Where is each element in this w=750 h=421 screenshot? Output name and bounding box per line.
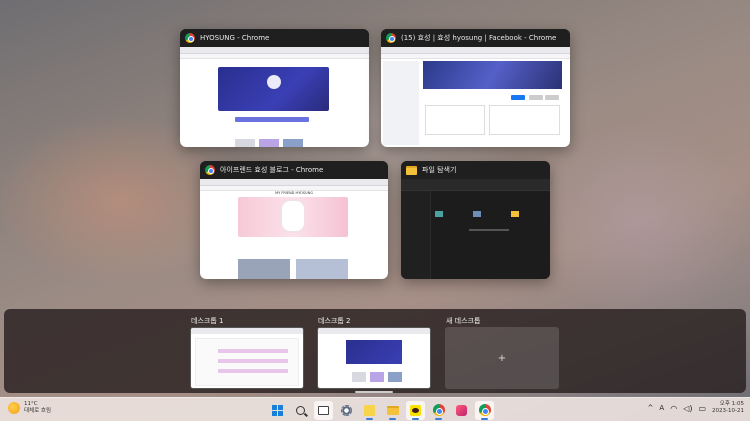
window-title-bar: (15) 효성 | 효성 hyosung | Facebook - Chrome [381,29,570,47]
taskbar-apps [268,400,494,420]
window-title-bar: 아이프렌드 효성 블로그 - Chrome [200,161,388,179]
search-button[interactable] [291,401,310,420]
weather-desc: 대체로 흐림 [24,408,52,414]
clock-time: 오후 1:05 [719,401,744,407]
sticky-notes-button[interactable] [360,401,379,420]
wifi-icon[interactable]: ◠ [670,404,677,413]
taskbar: 11°C 대체로 흐림 ^ A ◠ ◁) ▭ 오후 1:05 2023-10-2… [0,397,750,421]
app-icon [456,404,467,416]
file-explorer-button[interactable] [383,401,402,420]
window-file-explorer[interactable]: 파일 탐색기 [401,161,550,279]
chrome-icon [205,165,215,175]
window-title: (15) 효성 | 효성 hyosung | Facebook - Chrome [401,34,557,42]
settings-button[interactable] [337,401,356,420]
dog-image [282,201,304,231]
folder-icon [406,165,417,175]
file-explorer-icon [386,405,399,415]
desktop-label: 데스크톱 1 [191,317,224,325]
kakaotalk-button[interactable] [406,400,425,420]
window-facebook-chrome[interactable]: (15) 효성 | 효성 hyosung | Facebook - Chrome [381,29,570,147]
hero-banner [238,197,348,237]
search-icon [296,405,305,415]
task-view-icon [318,405,329,415]
window-preview [401,179,550,279]
start-button[interactable] [268,401,287,420]
task-view-button[interactable] [314,400,333,420]
window-title-bar: HYOSUNG - Chrome [180,29,369,47]
clock[interactable]: 오후 1:05 2023-10-21 [712,401,744,415]
virtual-desktops-bar: 데스크톱 1 데스크톱 2 새 데스크톱 + [4,309,746,393]
weather-temp: 11°C [24,401,38,407]
window-title: 아이프렌드 효성 블로그 - Chrome [220,166,324,174]
blog-header: MY FRIEND HYOSUNG [275,191,313,195]
app-button[interactable] [452,401,471,420]
weather-icon [8,402,20,414]
desktop-1[interactable]: 데스크톱 1 [190,315,304,389]
window-hyosung-chrome[interactable]: HYOSUNG - Chrome [180,29,369,147]
volume-icon[interactable]: ◁) [683,404,692,413]
battery-icon[interactable]: ▭ [698,404,706,413]
hero-banner [218,67,329,111]
window-preview: MY FRIEND HYOSUNG [200,179,388,279]
chrome-profile-button[interactable] [475,400,494,420]
desktop-label: 데스크톱 2 [318,317,351,325]
chrome-button[interactable] [429,401,448,420]
desktop-2[interactable]: 데스크톱 2 [317,315,431,393]
clock-date: 2023-10-21 [712,408,744,414]
settings-icon [341,404,352,416]
window-title: 파일 탐색기 [422,166,457,174]
desktop-thumbnail[interactable] [190,327,304,389]
chrome-icon [432,404,445,416]
window-title-bar: 파일 탐색기 [401,161,550,179]
active-desktop-indicator [355,391,393,393]
chrome-icon [386,33,396,43]
new-desktop-button[interactable]: + [445,327,559,389]
show-hidden-icons-button[interactable]: ^ [648,404,654,412]
chrome-icon [185,33,195,43]
window-preview [381,47,570,147]
weather-widget[interactable]: 11°C 대체로 흐림 [8,401,51,415]
windows-icon [272,404,283,416]
sticky-notes-icon [364,404,375,416]
desktop-label: 새 데스크톱 [446,317,481,325]
logo [266,75,281,89]
kakaotalk-icon [410,404,421,416]
desktop-thumbnail[interactable] [317,327,431,389]
system-tray: ^ A ◠ ◁) ▭ 오후 1:05 2023-10-21 [648,401,744,415]
ime-indicator[interactable]: A [659,404,664,412]
plus-icon: + [497,352,507,364]
window-blog-chrome[interactable]: 아이프렌드 효성 블로그 - Chrome MY FRIEND HYOSUNG [200,161,388,279]
new-desktop[interactable]: 새 데스크톱 + [445,315,559,389]
window-title: HYOSUNG - Chrome [200,34,270,42]
window-preview [180,47,369,147]
chrome-icon [478,404,491,416]
